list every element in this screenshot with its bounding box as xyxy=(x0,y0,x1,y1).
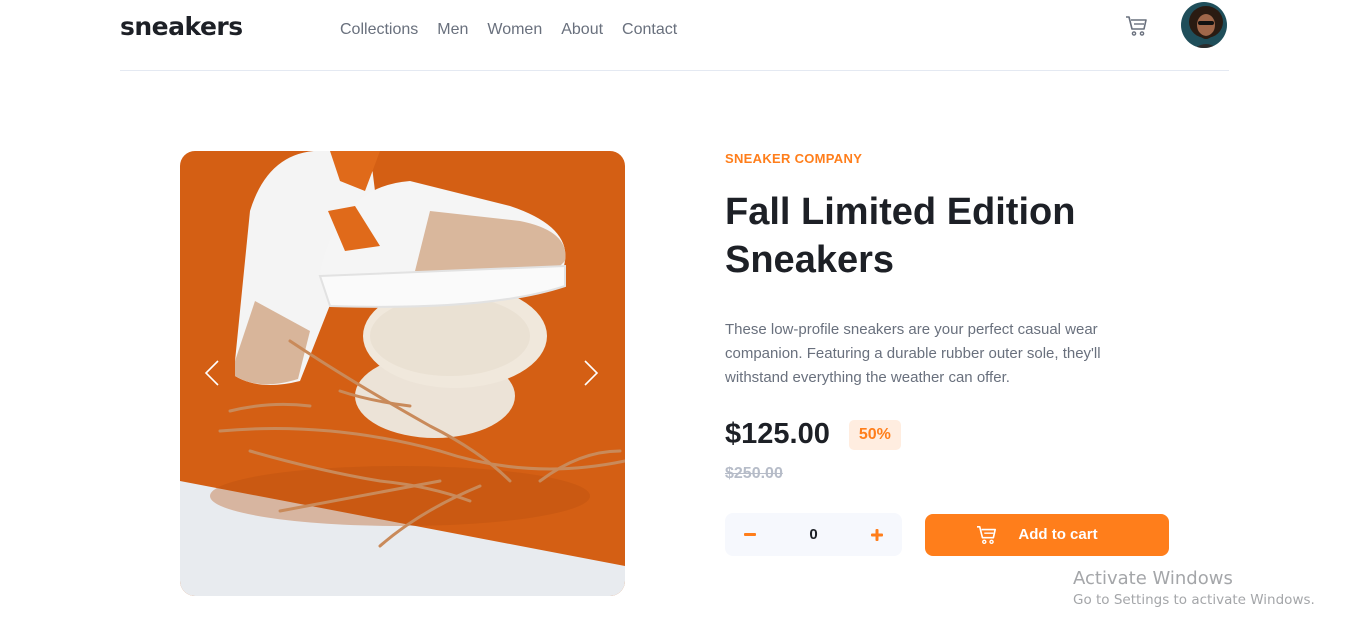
nav-women[interactable]: Women xyxy=(487,21,542,39)
price-row: $125.00 50% xyxy=(725,418,1170,451)
chevron-right-icon[interactable] xyxy=(579,356,603,390)
add-to-cart-button[interactable]: Add to cart xyxy=(925,513,1169,556)
title-line-1: Fall Limited Edition xyxy=(725,191,1076,233)
watermark-subtitle: Go to Settings to activate Windows. xyxy=(1073,592,1315,608)
main-nav: Collections Men Women About Contact xyxy=(340,21,696,39)
minus-icon[interactable] xyxy=(743,528,757,542)
windows-activation-watermark: Activate Windows Go to Settings to activ… xyxy=(1073,568,1315,608)
company-name: SNEAKER COMPANY xyxy=(725,151,863,166)
quantity-value: 0 xyxy=(809,526,818,543)
site-logo[interactable]: sneakers xyxy=(120,12,243,41)
cart-icon[interactable] xyxy=(1125,14,1151,40)
original-price: $250.00 xyxy=(725,465,783,482)
nav-about[interactable]: About xyxy=(561,21,603,39)
chevron-left-icon[interactable] xyxy=(200,356,224,390)
site-header: sneakers Collections Men Women About Con… xyxy=(120,0,1229,71)
nav-contact[interactable]: Contact xyxy=(622,21,677,39)
user-avatar[interactable] xyxy=(1179,0,1229,50)
nav-men[interactable]: Men xyxy=(437,21,468,39)
product-details: SNEAKER COMPANY Fall Limited Edition Sne… xyxy=(725,151,1170,556)
discount-badge: 50% xyxy=(848,419,901,450)
nav-collections[interactable]: Collections xyxy=(340,21,418,39)
cart-icon xyxy=(976,525,998,545)
product-title: Fall Limited Edition Sneakers xyxy=(725,188,1170,284)
quantity-stepper: 0 xyxy=(725,513,902,556)
purchase-actions: 0 Add to cart xyxy=(725,513,1170,556)
add-to-cart-label: Add to cart xyxy=(1018,526,1098,543)
product-gallery xyxy=(180,151,625,596)
current-price: $125.00 xyxy=(725,418,830,450)
product-description: These low-profile sneakers are your perf… xyxy=(725,321,1101,386)
title-line-2: Sneakers xyxy=(725,239,895,281)
watermark-title: Activate Windows xyxy=(1073,568,1233,589)
plus-icon[interactable] xyxy=(870,528,884,542)
product-image xyxy=(180,151,625,596)
